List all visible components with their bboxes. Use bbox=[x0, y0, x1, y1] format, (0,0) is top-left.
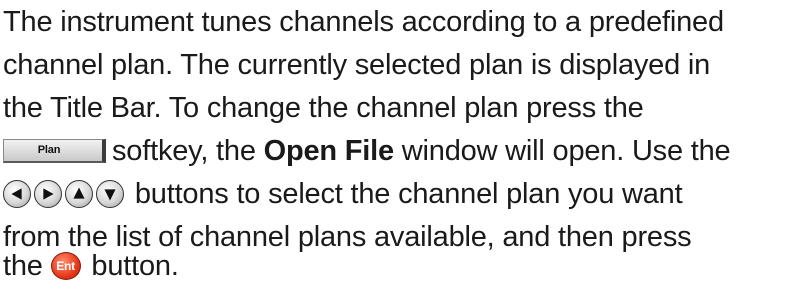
text-fragment: the bbox=[3, 250, 51, 282]
arrow-right-icon[interactable] bbox=[34, 180, 62, 208]
text-fragment: window will open. Use the bbox=[393, 135, 731, 167]
text-line: Plan softkey, the Open File window will o… bbox=[3, 131, 731, 171]
arrow-left-icon[interactable] bbox=[3, 180, 31, 208]
enter-button-label: Ent bbox=[56, 259, 75, 273]
text-fragment: softkey, the bbox=[112, 135, 264, 167]
open-file-label: Open File bbox=[263, 135, 395, 167]
text-fragment: button. bbox=[83, 250, 179, 282]
enter-button[interactable]: Ent bbox=[50, 252, 81, 280]
text-line: buttons to select the channel plan you w… bbox=[3, 174, 683, 214]
arrow-up-icon[interactable] bbox=[65, 180, 93, 208]
text-line: The instrument tunes channels according … bbox=[3, 6, 724, 38]
text-line: the Ent button. bbox=[3, 246, 179, 286]
plan-softkey-label: Plan bbox=[37, 144, 61, 156]
arrow-down-icon[interactable] bbox=[96, 180, 124, 208]
text-line: the Title Bar. To change the channel pla… bbox=[3, 92, 644, 124]
plan-softkey[interactable]: Plan bbox=[3, 139, 106, 163]
text-line: channel plan. The currently selected pla… bbox=[3, 49, 711, 81]
text-fragment: buttons to select the channel plan you w… bbox=[127, 178, 683, 210]
